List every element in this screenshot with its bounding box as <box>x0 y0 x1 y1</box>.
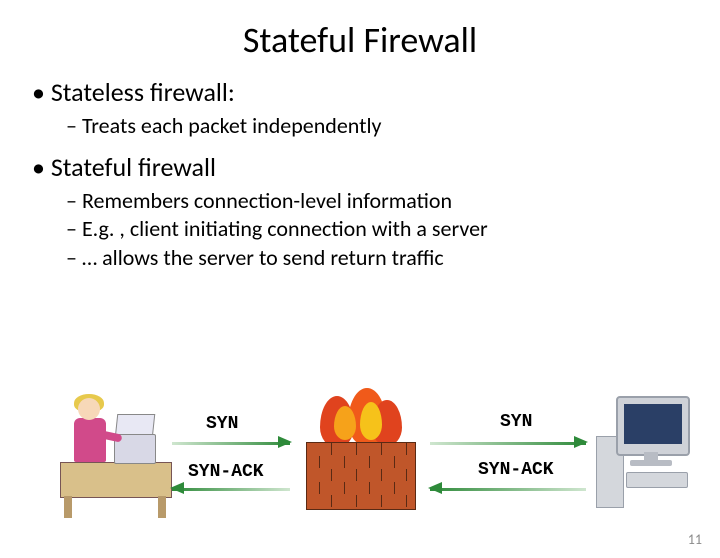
arrow-client-syn <box>172 440 290 446</box>
sub-item: Treats each packet independently <box>66 112 720 141</box>
client-illustration <box>60 392 170 512</box>
bullet-stateless: Stateless firewall: Treats each packet i… <box>32 76 720 141</box>
bullet-stateful: Stateful firewall Remembers connection-l… <box>32 151 720 273</box>
label-right-syn: SYN <box>500 412 532 432</box>
bullet-stateless-sublist: Treats each packet independently <box>32 112 720 141</box>
slide-title: Stateful Firewall <box>0 18 720 62</box>
label-right-synack: SYN-ACK <box>478 460 554 480</box>
firewall-illustration <box>300 402 420 510</box>
bullet-stateless-heading: Stateless firewall: <box>51 76 235 108</box>
bullet-stateful-sublist: Remembers connection-level information E… <box>32 187 720 273</box>
sub-item: Remembers connection-level information <box>66 187 720 216</box>
arrow-server-syn <box>430 440 586 446</box>
label-left-synack: SYN-ACK <box>188 462 264 482</box>
sub-item: E.g. , client initiating connection with… <box>66 215 720 244</box>
bullet-stateful-heading: Stateful firewall <box>51 151 216 183</box>
arrow-server-synack <box>430 486 586 492</box>
arrow-client-synack <box>172 486 290 492</box>
server-illustration <box>596 396 706 506</box>
label-left-syn: SYN <box>206 414 238 434</box>
sub-item: … allows the server to send return traff… <box>66 244 720 273</box>
bullet-list: Stateless firewall: Treats each packet i… <box>0 76 720 272</box>
diagram: SYN SYN-ACK SYN SYN-ACK <box>0 380 720 530</box>
